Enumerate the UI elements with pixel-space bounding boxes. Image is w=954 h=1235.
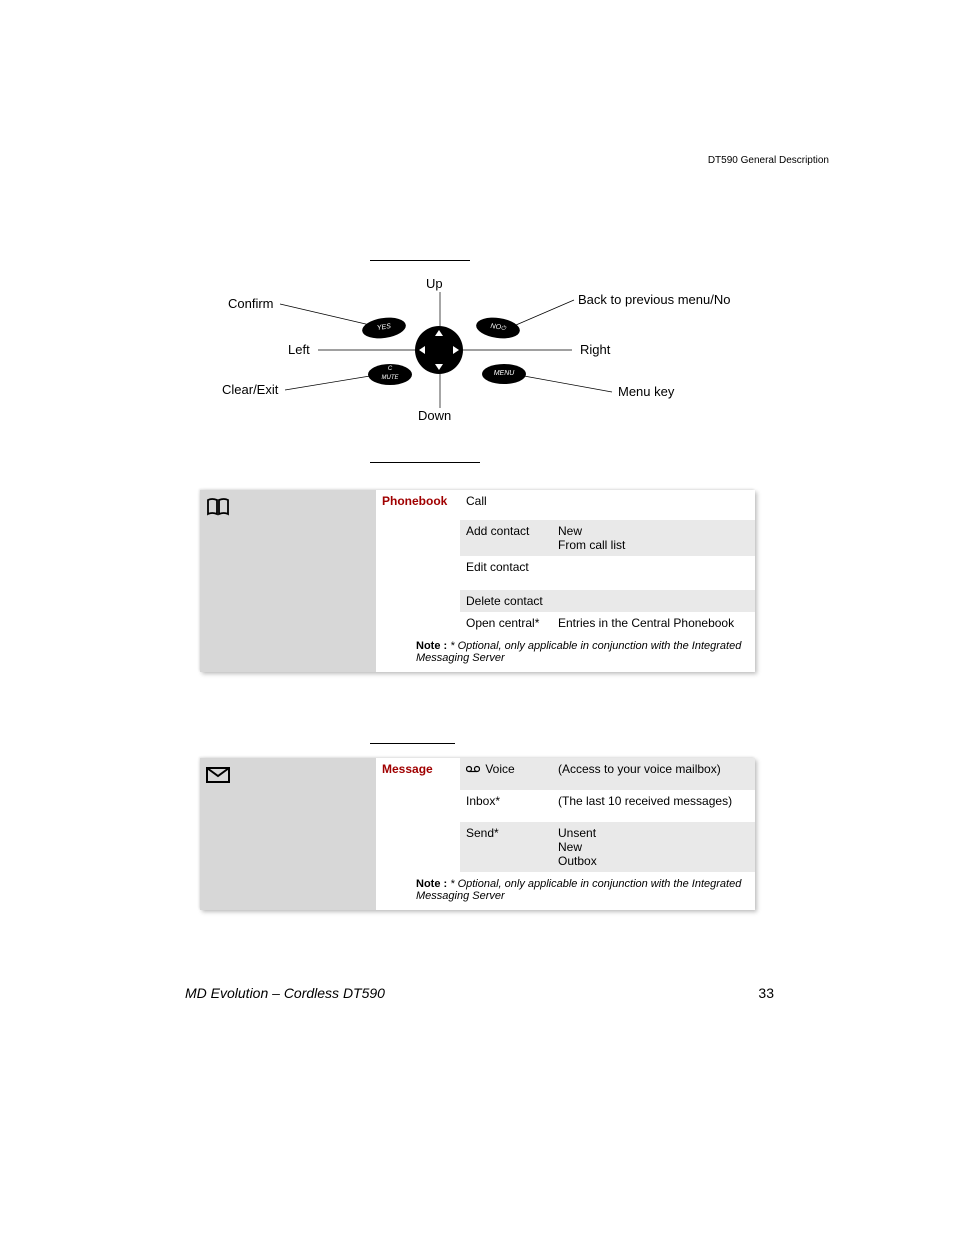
label-right: Right — [580, 342, 610, 357]
phonebook-sub: Edit contact — [460, 556, 552, 590]
footer-title: MD Evolution – Cordless DT590 — [185, 985, 385, 1001]
label-confirm: Confirm — [228, 296, 274, 311]
message-opt: (Access to your voice mailbox) — [552, 758, 755, 790]
phonebook-sub: Open central* — [460, 612, 552, 634]
phonebook-opt: New From call list — [552, 520, 755, 556]
phonebook-opt — [552, 556, 755, 590]
label-down: Down — [418, 408, 451, 423]
label-menu: Menu key — [618, 384, 674, 399]
phonebook-heading: Phonebook — [376, 490, 460, 520]
mute-button-icon: CMUTE — [368, 364, 412, 385]
nav-right-arrow-icon — [453, 346, 459, 354]
message-heading: Message — [376, 758, 460, 790]
message-sub: Voice — [460, 758, 552, 790]
message-opt: (The last 10 received messages) — [552, 790, 755, 822]
section-divider — [370, 260, 470, 261]
phonebook-sub: Add contact — [460, 520, 552, 556]
phonebook-sub: Call — [460, 490, 552, 520]
menu-button-icon: MENU — [482, 364, 526, 384]
nav-up-arrow-icon — [435, 330, 443, 336]
message-opt: Unsent New Outbox — [552, 822, 755, 872]
nav-disk — [415, 326, 463, 374]
label-up: Up — [426, 276, 443, 291]
message-sub: Inbox* — [460, 790, 552, 822]
nav-left-arrow-icon — [419, 346, 425, 354]
section-divider — [370, 743, 455, 744]
envelope-icon — [206, 766, 230, 784]
message-table: Message Voice (Access to your voice mail… — [200, 758, 755, 910]
book-icon — [206, 498, 230, 516]
header-document-title: DT590 General Description — [708, 155, 829, 166]
phonebook-opt — [552, 590, 755, 612]
message-sub: Send* — [460, 822, 552, 872]
nav-down-arrow-icon — [435, 364, 443, 370]
phonebook-note: Note : * Optional, only applicable in co… — [376, 634, 755, 672]
tape-icon — [466, 763, 480, 777]
label-left: Left — [288, 342, 310, 357]
message-note: Note : * Optional, only applicable in co… — [376, 872, 755, 910]
phonebook-opt — [552, 490, 755, 520]
phonebook-opt: Entries in the Central Phonebook — [552, 612, 755, 634]
yes-button-icon: YES — [361, 315, 407, 341]
section-divider — [370, 462, 480, 463]
navigation-diagram: YES NO⏻ CMUTE MENU Up Down Left Right Co… — [200, 270, 800, 440]
label-back: Back to previous menu/No — [578, 292, 730, 307]
no-button-icon: NO⏻ — [475, 315, 521, 341]
phonebook-table: Phonebook Call Add contact New From call… — [200, 490, 755, 672]
page-number: 33 — [758, 985, 774, 1001]
phonebook-sub: Delete contact — [460, 590, 552, 612]
label-clear: Clear/Exit — [222, 382, 278, 397]
